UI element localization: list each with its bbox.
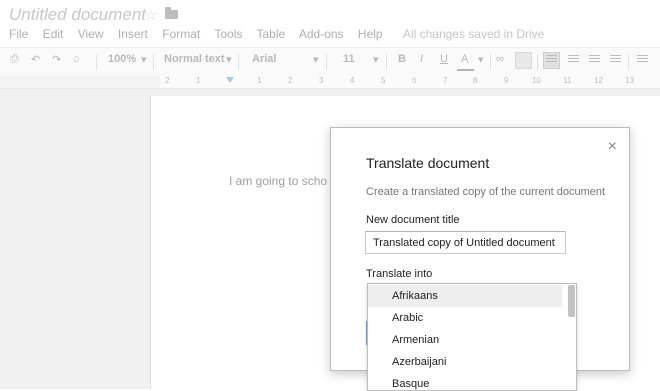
language-option-arabic[interactable]: Arabic	[368, 307, 562, 329]
toolbar-divider	[628, 54, 629, 70]
ruler-number: 1	[196, 76, 201, 85]
ruler-number: 13	[625, 76, 634, 85]
italic-button[interactable]: I	[420, 53, 423, 65]
font-select[interactable]: Arial	[252, 53, 276, 65]
app-header: Untitled document ☆ File Edit View Inser…	[0, 0, 660, 44]
menu-table[interactable]: Table	[257, 27, 286, 41]
ruler-number: 11	[563, 76, 572, 85]
align-left-lines	[546, 55, 557, 64]
toolbar-divider	[537, 54, 538, 70]
ruler-number: 4	[350, 76, 355, 85]
ruler-number: 5	[381, 76, 386, 85]
dialog-title: Translate document	[366, 155, 490, 171]
menu-edit[interactable]: Edit	[43, 27, 64, 41]
undo-icon[interactable]: ↶	[31, 53, 40, 66]
document-body-text[interactable]: I am going to scho	[229, 174, 327, 188]
menu-tools[interactable]: Tools	[214, 27, 242, 41]
toolbar-divider	[386, 54, 387, 70]
ruler[interactable]: 2 1 1 2 3 4 5 6 7 8 9 10 11 12 13	[0, 76, 660, 89]
language-option-afrikaans[interactable]: Afrikaans	[368, 285, 562, 307]
line-spacing-icon[interactable]	[637, 55, 648, 64]
ruler-number: 2	[288, 76, 293, 85]
comment-icon[interactable]	[515, 52, 532, 69]
toolbar: ⎙ ↶ ↷ ⌂ 100% ▾ Normal text ▾ Arial ▾ 11 …	[0, 47, 660, 77]
toolbar-divider	[490, 54, 491, 70]
title-field-label: New document title	[366, 214, 460, 226]
ruler-number: 9	[504, 76, 509, 85]
close-icon[interactable]: ×	[608, 138, 617, 156]
zoom-select[interactable]: 100%	[108, 53, 136, 65]
align-justify-icon[interactable]	[610, 55, 621, 64]
chevron-down-icon[interactable]: ▾	[226, 53, 232, 66]
ruler-page-area	[160, 76, 660, 88]
paint-format-icon[interactable]: ⌂	[73, 53, 80, 65]
folder-icon[interactable]	[165, 7, 178, 19]
translate-into-label: Translate into	[366, 268, 433, 280]
ruler-number: 7	[443, 76, 448, 85]
toolbar-divider	[96, 54, 97, 70]
language-option-basque[interactable]: Basque	[368, 373, 562, 390]
redo-icon[interactable]: ↷	[52, 53, 61, 66]
ruler-number: 2	[165, 76, 170, 85]
ruler-number: 8	[473, 76, 478, 85]
ruler-number: 12	[594, 76, 603, 85]
menu-help[interactable]: Help	[358, 27, 383, 41]
toolbar-divider	[153, 54, 154, 70]
document-title[interactable]: Untitled document	[9, 5, 146, 25]
align-right-icon[interactable]	[589, 55, 600, 64]
language-option-armenian[interactable]: Armenian	[368, 329, 562, 351]
menu-add-ons[interactable]: Add-ons	[299, 27, 344, 41]
document-title-input[interactable]	[365, 231, 566, 254]
chevron-down-icon[interactable]: ▾	[373, 53, 379, 66]
print-icon[interactable]: ⎙	[10, 53, 19, 66]
chevron-down-icon[interactable]: ▾	[141, 53, 147, 66]
star-icon[interactable]: ☆	[144, 6, 157, 24]
chevron-down-icon[interactable]: ▾	[478, 53, 484, 66]
toolbar-divider	[238, 54, 239, 70]
underline-button[interactable]: U	[440, 53, 448, 65]
dropdown-scrollbar[interactable]	[568, 285, 575, 317]
menu-view[interactable]: View	[78, 27, 104, 41]
menu-bar: File Edit View Insert Format Tools Table…	[9, 27, 555, 41]
text-color-swatch	[457, 69, 474, 71]
ruler-number: 6	[412, 76, 417, 85]
indent-marker-icon[interactable]	[226, 77, 234, 83]
dialog-description: Create a translated copy of the current …	[366, 186, 606, 198]
text-color-button[interactable]: A	[461, 53, 468, 65]
language-option-azerbaijani[interactable]: Azerbaijani	[368, 351, 562, 373]
chevron-down-icon[interactable]: ▾	[313, 53, 319, 66]
font-size-select[interactable]: 11	[343, 53, 355, 65]
align-center-icon[interactable]	[568, 55, 579, 64]
ruler-number: 10	[532, 76, 541, 85]
ruler-number: 3	[319, 76, 324, 85]
ruler-number: 1	[257, 76, 262, 85]
style-select[interactable]: Normal text	[164, 53, 225, 65]
language-dropdown[interactable]: Afrikaans Arabic Armenian Azerbaijani Ba…	[367, 283, 577, 391]
toolbar-divider	[326, 54, 327, 70]
menu-format[interactable]: Format	[162, 27, 200, 41]
bold-button[interactable]: B	[398, 53, 406, 65]
menu-insert[interactable]: Insert	[118, 27, 148, 41]
save-status[interactable]: All changes saved in Drive	[403, 27, 544, 41]
link-icon[interactable]: ∞	[496, 53, 504, 65]
menu-file[interactable]: File	[9, 27, 28, 41]
